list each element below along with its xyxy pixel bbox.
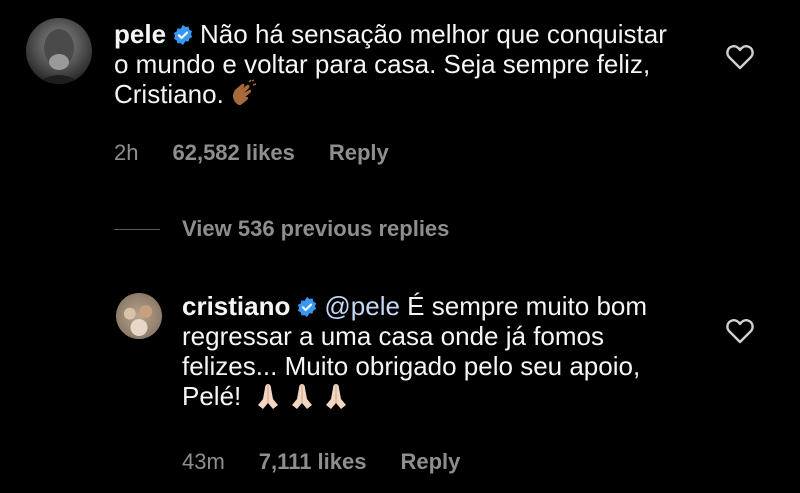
comment-meta: 2h 62,582 likes Reply bbox=[114, 140, 423, 166]
verified-badge-icon bbox=[173, 24, 193, 46]
like-heart-icon[interactable] bbox=[726, 318, 754, 344]
reply-likes[interactable]: 7,111 likes bbox=[259, 449, 367, 475]
folded-hands-icon bbox=[291, 384, 312, 409]
folded-hands-icon bbox=[257, 384, 278, 409]
reply-reply-button[interactable]: Reply bbox=[400, 449, 460, 475]
replies-divider bbox=[114, 228, 160, 230]
folded-hands-icon bbox=[325, 384, 346, 409]
comment-reply-button[interactable]: Reply bbox=[329, 140, 389, 166]
like-heart-icon[interactable] bbox=[726, 44, 754, 70]
view-previous-replies-label: View 536 previous replies bbox=[182, 216, 450, 241]
comment-time[interactable]: 2h bbox=[114, 140, 138, 166]
reply-time[interactable]: 43m bbox=[182, 449, 225, 475]
comment-likes[interactable]: 62,582 likes bbox=[172, 140, 294, 166]
comment-username[interactable]: pele bbox=[114, 19, 166, 49]
avatar-cristiano[interactable] bbox=[116, 293, 162, 339]
reply-mention[interactable]: @pele bbox=[324, 291, 400, 321]
reply-meta: 43m 7,111 likes Reply bbox=[182, 449, 494, 475]
view-previous-replies[interactable]: View 536 previous replies bbox=[114, 216, 449, 242]
comment-text: pele Não há sensação melhor que conquista… bbox=[114, 19, 674, 109]
reply-username[interactable]: cristiano bbox=[182, 291, 290, 321]
avatar-pele[interactable] bbox=[26, 18, 92, 84]
comment-body: Não há sensação melhor que conquistar o … bbox=[114, 19, 667, 109]
verified-badge-icon bbox=[298, 296, 317, 318]
clapping-hands-icon bbox=[232, 79, 257, 106]
reply-text: cristiano @pele É sempre muito bom regres… bbox=[182, 291, 702, 411]
